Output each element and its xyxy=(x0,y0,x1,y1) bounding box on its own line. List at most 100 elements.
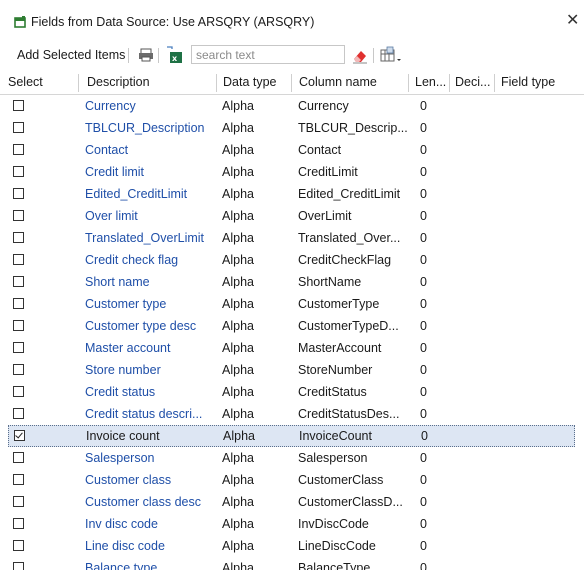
column-name-cell: TBLCUR_Descrip... xyxy=(298,121,408,135)
description-cell: Line disc code xyxy=(85,539,165,553)
column-header-column-name[interactable]: Column name xyxy=(299,75,377,89)
data-type-cell: Alpha xyxy=(222,517,254,531)
table-row[interactable]: Edited_CreditLimit Alpha Edited_CreditLimi… xyxy=(0,183,584,205)
column-name-cell: CreditStatus xyxy=(298,385,367,399)
select-checkbox[interactable] xyxy=(13,144,24,155)
fields-dialog: Fields from Data Source: Use ARSQRY (ARS… xyxy=(0,0,584,570)
column-header-select[interactable]: Select xyxy=(8,75,43,89)
length-cell: 0 xyxy=(420,363,427,377)
table-row[interactable]: Credit status descri... Alpha CreditStatus… xyxy=(0,403,584,425)
column-header-field-type[interactable]: Field type xyxy=(501,75,555,89)
select-checkbox[interactable] xyxy=(13,188,24,199)
data-type-cell: Alpha xyxy=(222,187,254,201)
table-row[interactable]: Line disc code Alpha LineDiscCode 0 xyxy=(0,535,584,557)
select-checkbox[interactable] xyxy=(13,320,24,331)
column-name-cell: Edited_CreditLimit xyxy=(298,187,401,201)
toolbar-separator xyxy=(373,48,374,63)
excel-export-icon[interactable]: x xyxy=(164,44,184,66)
data-type-cell: Alpha xyxy=(222,363,254,377)
select-checkbox[interactable] xyxy=(13,298,24,309)
length-cell: 0 xyxy=(420,297,427,311)
column-name-cell: Contact xyxy=(298,143,342,157)
column-header-decimals[interactable]: Deci... xyxy=(455,75,490,89)
column-name-cell: CreditLimit xyxy=(298,165,358,179)
toolbar-separator xyxy=(128,48,129,63)
description-cell: Master account xyxy=(85,341,171,355)
table-row[interactable]: Translated_OverLimit Alpha Translated_Over… xyxy=(0,227,584,249)
select-checkbox[interactable] xyxy=(13,408,24,419)
table-row[interactable]: Master account Alpha MasterAccount 0 xyxy=(0,337,584,359)
column-name-cell: BalanceType xyxy=(298,561,371,570)
data-type-cell: Alpha xyxy=(222,495,254,509)
select-checkbox[interactable] xyxy=(13,342,24,353)
column-header-data-type[interactable]: Data type xyxy=(223,75,277,89)
column-header-length[interactable]: Len... xyxy=(415,75,446,89)
data-type-cell: Alpha xyxy=(222,561,254,570)
length-cell: 0 xyxy=(420,165,427,179)
select-checkbox[interactable] xyxy=(13,276,24,287)
select-checkbox[interactable] xyxy=(13,232,24,243)
select-checkbox[interactable] xyxy=(13,496,24,507)
column-divider xyxy=(78,74,79,92)
data-type-cell: Alpha xyxy=(222,451,254,465)
select-checkbox[interactable] xyxy=(13,166,24,177)
select-checkbox[interactable] xyxy=(13,100,24,111)
description-cell: Credit status descri... xyxy=(85,407,203,421)
length-cell: 0 xyxy=(420,495,427,509)
length-cell: 0 xyxy=(420,539,427,553)
select-checkbox[interactable] xyxy=(13,254,24,265)
table-row[interactable]: Store number Alpha StoreNumber 0 xyxy=(0,359,584,381)
data-type-cell: Alpha xyxy=(222,165,254,179)
table-row[interactable]: Currency Alpha Currency 0 xyxy=(0,95,584,117)
column-chooser-icon[interactable] xyxy=(378,44,406,66)
data-type-cell: Alpha xyxy=(222,275,254,289)
search-input[interactable] xyxy=(191,45,345,64)
select-checkbox[interactable] xyxy=(13,386,24,397)
table-row[interactable]: Inv disc code Alpha InvDiscCode 0 xyxy=(0,513,584,535)
table-row[interactable]: Credit status Alpha CreditStatus 0 xyxy=(0,381,584,403)
table-row[interactable]: Customer type desc Alpha CustomerTypeD... 0 xyxy=(0,315,584,337)
column-name-cell: StoreNumber xyxy=(298,363,373,377)
table-row[interactable]: Credit limit Alpha CreditLimit 0 xyxy=(0,161,584,183)
column-header-description[interactable]: Description xyxy=(87,75,150,89)
data-type-cell: Alpha xyxy=(222,385,254,399)
column-name-cell: LineDiscCode xyxy=(298,539,376,553)
description-cell: Customer class desc xyxy=(85,495,202,509)
close-button[interactable]: ✕ xyxy=(566,11,584,31)
description-cell: Credit status xyxy=(85,385,156,399)
eraser-icon[interactable] xyxy=(350,44,370,66)
title-bar: Fields from Data Source: Use ARSQRY (ARS… xyxy=(0,0,584,36)
table-row[interactable]: Salesperson Alpha Salesperson 0 xyxy=(0,447,584,469)
toolbar-separator xyxy=(158,48,159,63)
table-row[interactable]: Customer class desc Alpha CustomerClassD..… xyxy=(0,491,584,513)
table-row[interactable]: Invoice count Alpha InvoiceCount 0 xyxy=(8,425,575,447)
column-name-cell: CustomerTypeD... xyxy=(298,319,399,333)
table-row[interactable]: Short name Alpha ShortName 0 xyxy=(0,271,584,293)
select-checkbox[interactable] xyxy=(13,474,24,485)
select-checkbox[interactable] xyxy=(13,210,24,221)
table-row[interactable]: TBLCUR_Description Alpha TBLCUR_Descrip...… xyxy=(0,117,584,139)
select-checkbox[interactable] xyxy=(13,122,24,133)
column-name-cell: MasterAccount xyxy=(298,341,382,355)
printer-icon[interactable] xyxy=(136,44,156,66)
table-row[interactable]: Over limit Alpha OverLimit 0 xyxy=(0,205,584,227)
select-checkbox[interactable] xyxy=(13,452,24,463)
select-checkbox[interactable] xyxy=(13,540,24,551)
length-cell: 0 xyxy=(420,517,427,531)
select-checkbox[interactable] xyxy=(13,364,24,375)
select-checkbox[interactable] xyxy=(13,562,24,570)
table-row[interactable]: Customer type Alpha CustomerType 0 xyxy=(0,293,584,315)
table-row[interactable]: Customer class Alpha CustomerClass 0 xyxy=(0,469,584,491)
table-row[interactable]: Balance type Alpha BalanceType 0 xyxy=(0,557,584,570)
column-divider xyxy=(408,74,409,92)
add-selected-items-button[interactable]: Add Selected Items xyxy=(17,48,125,62)
column-name-cell: CustomerClass xyxy=(298,473,384,487)
select-checkbox[interactable] xyxy=(14,430,25,441)
column-name-cell: ShortName xyxy=(298,275,362,289)
table-row[interactable]: Contact Alpha Contact 0 xyxy=(0,139,584,161)
svg-text:x: x xyxy=(172,54,178,63)
table-row[interactable]: Credit check flag Alpha CreditCheckFlag 0 xyxy=(0,249,584,271)
length-cell: 0 xyxy=(420,209,427,223)
select-checkbox[interactable] xyxy=(13,518,24,529)
column-name-cell: CreditStatusDes... xyxy=(298,407,400,421)
